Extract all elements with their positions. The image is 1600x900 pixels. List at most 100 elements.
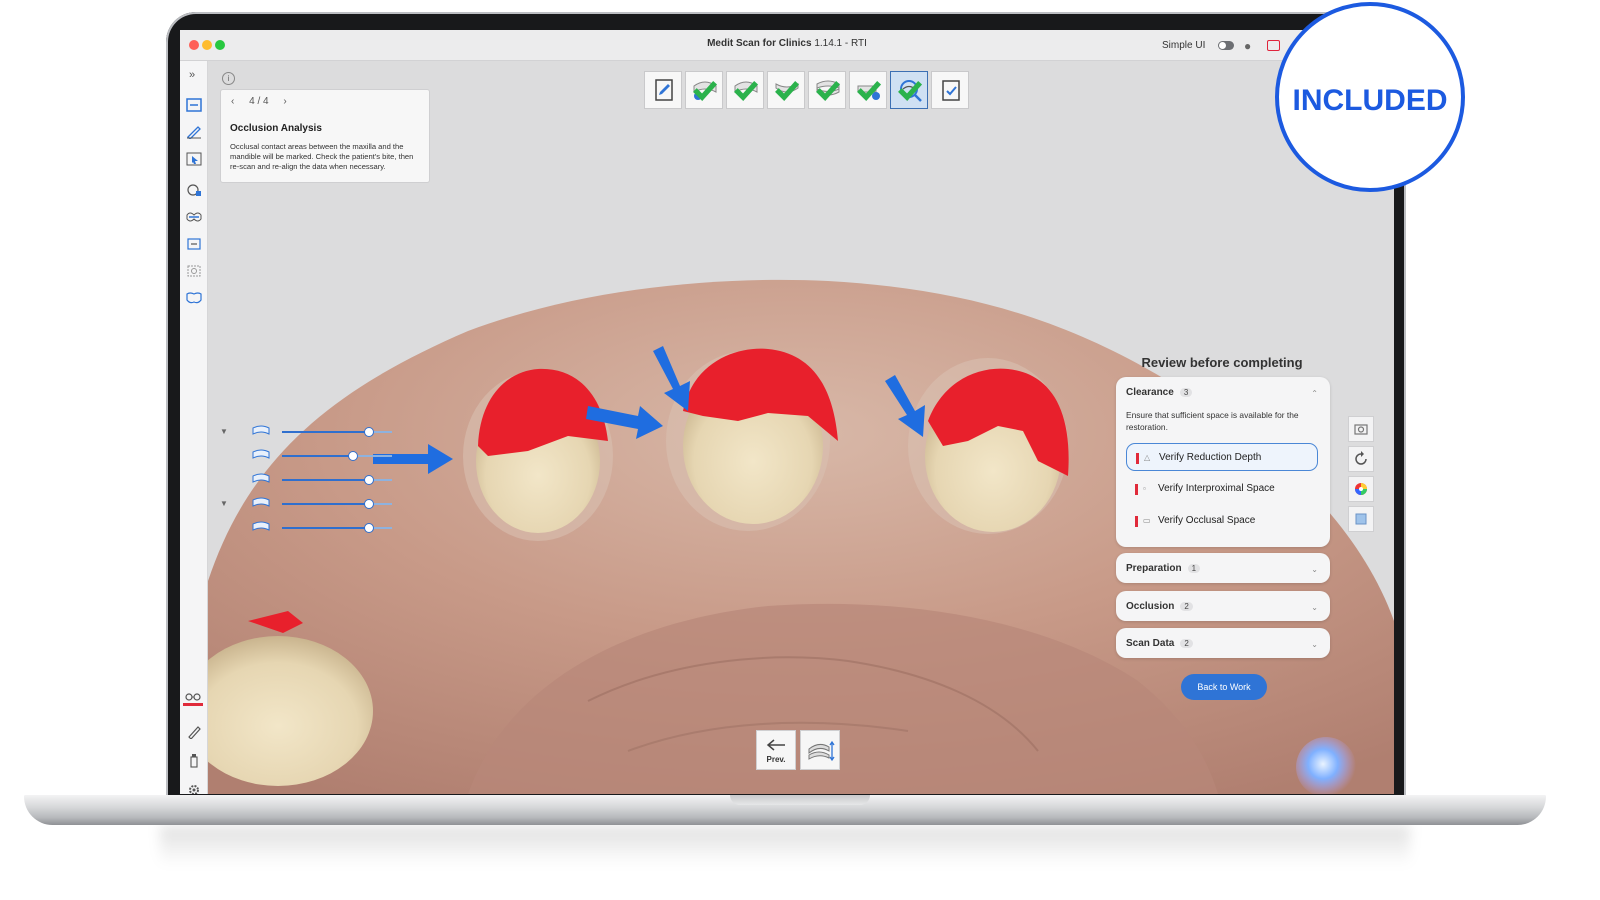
status-bar <box>1135 516 1138 527</box>
slider-fill <box>282 479 368 481</box>
included-badge: INCLUDED <box>1275 2 1465 192</box>
jaw-toggle-button[interactable] <box>800 730 840 770</box>
preparation-card[interactable]: Preparation 1 ⌄ <box>1116 553 1330 583</box>
workflow-step-occlusion[interactable] <box>808 71 846 109</box>
maxilla-prep-icon[interactable] <box>252 425 270 437</box>
verify-interproximal-space-item[interactable]: ▫ Verify Interproximal Space <box>1126 475 1318 503</box>
mandible-prep-icon[interactable] <box>252 521 270 533</box>
scan-data-count: 2 <box>1180 639 1193 648</box>
laptop-notch <box>730 795 870 805</box>
info-icon[interactable]: i <box>222 72 235 85</box>
tip-pager: ‹ 4 / 4 › <box>231 96 287 107</box>
occlusion-card[interactable]: Occlusion 2 ⌄ <box>1116 591 1330 621</box>
screenshot-icon[interactable] <box>186 264 202 278</box>
bottle-icon[interactable] <box>186 754 202 768</box>
opacity-slider[interactable] <box>282 499 392 509</box>
back-to-work-button[interactable]: Back to Work <box>1181 674 1267 700</box>
verify-reduction-depth-item[interactable]: △ Verify Reduction Depth <box>1126 443 1318 471</box>
occlusion-icon[interactable] <box>186 210 202 224</box>
prev-label: Prev. <box>766 755 786 764</box>
scan-data-card[interactable]: Scan Data 2 ⌄ <box>1116 628 1330 658</box>
cube-icon <box>1355 513 1367 525</box>
occlusion-icon[interactable] <box>252 497 270 509</box>
bite-icon[interactable] <box>186 237 202 251</box>
teeth-icon[interactable] <box>186 291 202 305</box>
verify-occlusal-space-item[interactable]: ▭ Verify Occlusal Space <box>1126 507 1318 535</box>
select-icon[interactable] <box>186 152 202 166</box>
chevron-down-icon[interactable]: ⌄ <box>1311 640 1318 649</box>
simple-ui-toggle[interactable] <box>1218 41 1234 50</box>
tip-title: Occlusion Analysis <box>230 123 322 134</box>
check-icon <box>775 81 800 101</box>
headset-icon[interactable]: ● <box>1244 39 1251 53</box>
camera-view-button[interactable] <box>1348 416 1374 442</box>
slider-fill <box>282 527 368 529</box>
slider-knob[interactable] <box>348 451 358 461</box>
opacity-slider[interactable] <box>282 451 392 461</box>
screen-record-icon[interactable] <box>1267 40 1280 51</box>
chevron-up-icon[interactable]: ⌃ <box>1311 389 1318 398</box>
workflow-toolbar <box>644 71 976 109</box>
item-label: Verify Occlusal Space <box>1158 515 1256 526</box>
tip-next-arrow[interactable]: › <box>283 96 286 107</box>
clearance-description: Ensure that sufficient space is availabl… <box>1126 410 1299 432</box>
tip-page-indicator: 4 / 4 <box>249 96 269 107</box>
included-badge-text: INCLUDED <box>1292 84 1448 117</box>
active-indicator <box>183 703 203 706</box>
occlusion-count: 2 <box>1180 602 1193 611</box>
expand-sidebar-icon[interactable]: » <box>189 69 195 81</box>
preparation-count: 1 <box>1187 564 1201 573</box>
tip-panel: ‹ 4 / 4 › Occlusion Analysis Occlusal co… <box>220 89 430 183</box>
app-screen: Medit Scan for Clinics 1.14.1 - RTI Simp… <box>180 30 1394 794</box>
color-map-button[interactable] <box>1348 476 1374 502</box>
reset-view-button[interactable] <box>1348 446 1374 472</box>
slider-knob[interactable] <box>364 475 374 485</box>
preparation-header: Preparation 1 <box>1126 563 1201 574</box>
chevron-down-icon[interactable]: ⌄ <box>1311 603 1318 612</box>
workflow-step-prep-maxilla[interactable] <box>685 71 723 109</box>
collapse-caret-icon[interactable]: ▼ <box>220 499 228 508</box>
workflow-step-mandible[interactable] <box>767 71 805 109</box>
edit-icon[interactable] <box>186 125 202 140</box>
left-sidebar: » <box>180 61 208 794</box>
align-icon[interactable] <box>186 183 202 197</box>
slider-fill <box>282 431 368 433</box>
tip-prev-arrow[interactable]: ‹ <box>231 96 234 107</box>
prev-button[interactable]: Prev. <box>756 730 796 770</box>
settings-icon[interactable] <box>186 783 202 794</box>
ruler-icon[interactable] <box>186 725 202 740</box>
workflow-step-analysis[interactable] <box>890 71 928 109</box>
interproximal-icon: ▫ <box>1143 484 1146 493</box>
collapse-caret-icon[interactable]: ▼ <box>220 427 228 436</box>
camera-icon <box>1354 424 1368 435</box>
view-cube-button[interactable] <box>1348 506 1374 532</box>
workflow-step-notepad[interactable] <box>644 71 682 109</box>
scan-icon[interactable] <box>186 98 202 112</box>
slider-fill <box>282 455 352 457</box>
simple-ui-label: Simple UI <box>1162 40 1206 51</box>
slider-knob[interactable] <box>364 523 374 533</box>
opacity-slider[interactable] <box>282 475 392 485</box>
item-label: Verify Interproximal Space <box>1158 483 1275 494</box>
workflow-step-clipboard-check[interactable] <box>931 71 969 109</box>
workflow-step-scanbody[interactable] <box>849 71 887 109</box>
color-wheel-icon <box>1355 483 1367 495</box>
reduction-depth-icon: △ <box>1144 453 1151 462</box>
workflow-step-maxilla[interactable] <box>726 71 764 109</box>
slider-knob[interactable] <box>364 427 374 437</box>
slider-knob[interactable] <box>364 499 374 509</box>
tip-text: Occlusal contact areas between the maxil… <box>230 142 414 171</box>
occlusion-header: Occlusion 2 <box>1126 601 1193 612</box>
chevron-down-icon[interactable]: ⌄ <box>1311 565 1318 574</box>
mandible-icon[interactable] <box>252 473 270 485</box>
link-icon[interactable] <box>184 689 202 701</box>
check-icon <box>857 81 882 101</box>
opacity-slider[interactable] <box>282 523 392 533</box>
check-icon <box>693 81 718 101</box>
opacity-slider[interactable] <box>282 427 392 437</box>
slider-fill <box>282 503 368 505</box>
maxilla-icon[interactable] <box>252 449 270 461</box>
clearance-header[interactable]: Clearance 3 <box>1126 387 1193 398</box>
title-bar: Medit Scan for Clinics 1.14.1 - RTI Simp… <box>180 30 1394 61</box>
check-icon <box>734 81 759 101</box>
